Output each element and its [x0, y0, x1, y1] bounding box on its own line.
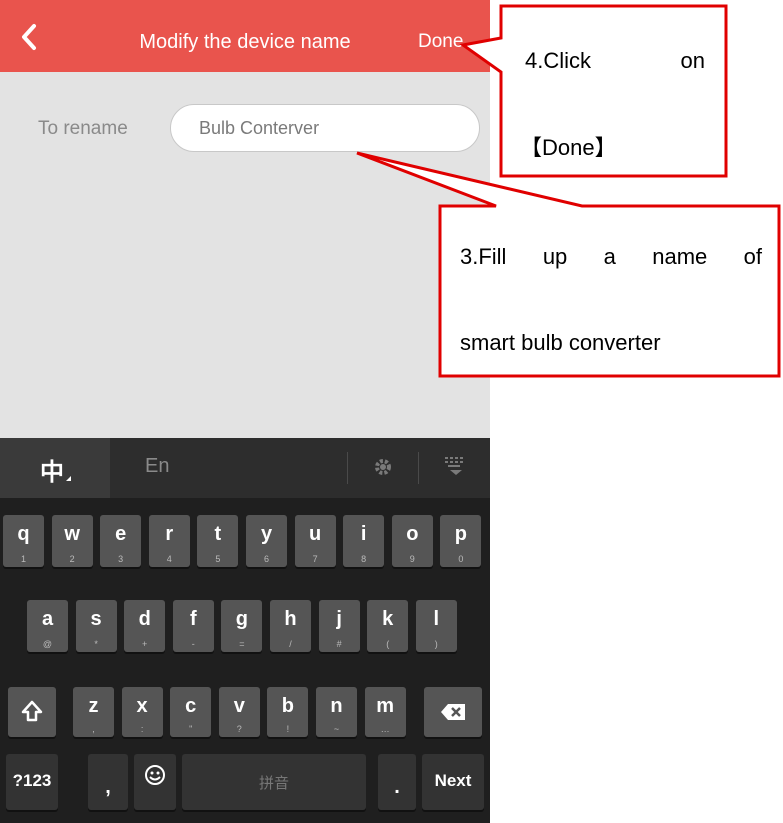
annotation-overlay	[356, 4, 781, 378]
step4-instruction: 4.Click on	[525, 48, 705, 73]
step4-target-label: 【Done】	[520, 135, 617, 160]
step3-instruction: 3.Fill up a name of	[460, 244, 762, 269]
step3-instruction-cont: smart bulb converter	[460, 330, 661, 355]
